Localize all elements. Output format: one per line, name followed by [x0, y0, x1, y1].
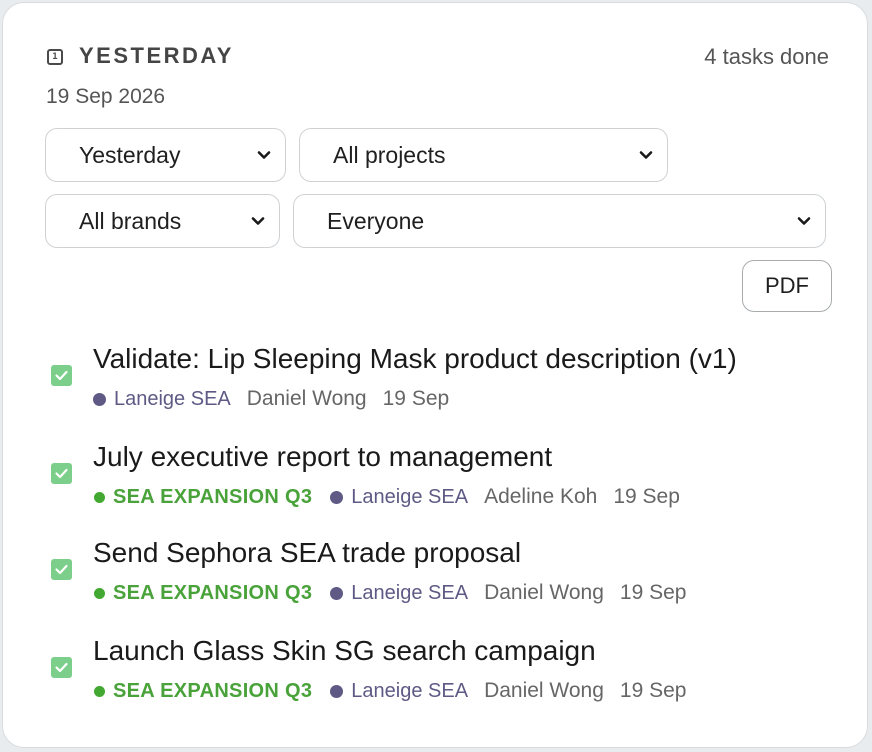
- checkbox-checked[interactable]: [51, 365, 72, 386]
- chevron-down-icon: [797, 217, 811, 225]
- task-project: SEA EXPANSION Q3: [113, 485, 313, 508]
- task-date: 19 Sep: [613, 485, 680, 508]
- chevron-down-icon: [251, 217, 265, 225]
- task-assignee: Daniel Wong: [246, 387, 367, 410]
- yesterday-card: 1 YESTERDAY 4 tasks done 19 Sep 2026 Yes…: [2, 2, 868, 748]
- task-date: 19 Sep: [382, 387, 450, 410]
- checkmark-icon: [55, 468, 68, 479]
- checkbox-checked[interactable]: [51, 657, 72, 678]
- chevron-down-icon: [257, 151, 271, 159]
- card-date: 19 Sep 2026: [46, 85, 166, 108]
- task-meta: Laneige SEA Daniel Wong 19 Sep: [93, 387, 449, 411]
- task-title: Validate: Lip Sleeping Mask product desc…: [93, 343, 737, 374]
- task-title: Launch Glass Skin SG search campaign: [93, 635, 596, 666]
- calendar-icon: 1: [47, 49, 63, 65]
- task-title: July executive report to management: [93, 441, 553, 472]
- task-brand: Laneige SEA: [114, 387, 231, 410]
- project-dot: [94, 587, 105, 599]
- checkmark-icon: [55, 370, 68, 381]
- task-assignee: Adeline Koh: [484, 485, 598, 508]
- period-select[interactable]: Yesterday: [45, 128, 286, 182]
- brand-dot: [93, 392, 106, 406]
- brand-select[interactable]: All brands: [45, 194, 280, 248]
- task-meta: SEA EXPANSION Q3 Laneige SEA Adeline Koh…: [93, 485, 680, 509]
- project-dot: [94, 491, 105, 503]
- brand-dot: [330, 586, 344, 600]
- task-brand: Laneige SEA: [351, 485, 469, 508]
- person-select[interactable]: Everyone: [293, 194, 826, 248]
- task-brand: Laneige SEA: [351, 581, 469, 604]
- period-select-value: Yesterday: [79, 141, 181, 168]
- brand-dot: [330, 490, 344, 504]
- task-date: 19 Sep: [619, 679, 687, 702]
- tasks-done-count: 4 tasks done: [704, 44, 829, 69]
- checkmark-icon: [55, 564, 68, 575]
- project-select-value: All projects: [333, 141, 446, 168]
- chevron-down-icon: [639, 151, 653, 159]
- project-select[interactable]: All projects: [299, 128, 668, 182]
- card-header: 1 YESTERDAY: [47, 43, 234, 69]
- brand-select-value: All brands: [79, 207, 182, 234]
- task-meta: SEA EXPANSION Q3 Laneige SEA Daniel Wong…: [93, 581, 686, 605]
- checkbox-checked[interactable]: [51, 559, 72, 580]
- task-assignee: Daniel Wong: [484, 581, 604, 604]
- task-project: SEA EXPANSION Q3: [113, 581, 313, 604]
- brand-dot: [330, 684, 344, 698]
- project-dot: [94, 685, 105, 697]
- task-meta: SEA EXPANSION Q3 Laneige SEA Daniel Wong…: [93, 679, 686, 703]
- person-select-value: Everyone: [327, 207, 425, 234]
- card-title: YESTERDAY: [79, 43, 234, 68]
- task-project: SEA EXPANSION Q3: [113, 679, 313, 702]
- task-brand: Laneige SEA: [351, 679, 469, 702]
- checkmark-icon: [55, 662, 68, 673]
- pdf-button[interactable]: PDF: [742, 260, 832, 312]
- checkbox-checked[interactable]: [51, 463, 72, 484]
- task-title: Send Sephora SEA trade proposal: [93, 537, 522, 568]
- task-date: 19 Sep: [619, 581, 687, 604]
- task-assignee: Daniel Wong: [484, 679, 604, 702]
